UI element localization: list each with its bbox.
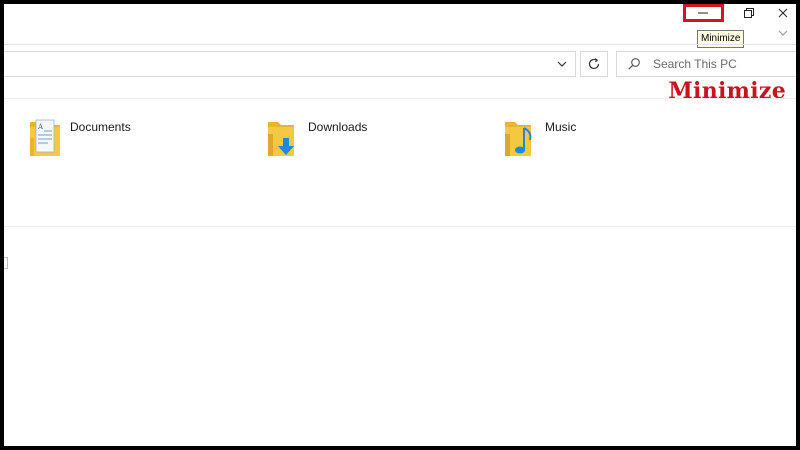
folder-label: Music <box>545 120 577 134</box>
search-input[interactable] <box>653 52 793 76</box>
close-button[interactable] <box>770 4 796 22</box>
ribbon-divider <box>4 44 796 45</box>
section-divider <box>4 226 796 227</box>
refresh-icon <box>588 58 600 70</box>
file-explorer-window: Minimize Minimize A <box>4 4 796 446</box>
refresh-button[interactable] <box>580 51 608 77</box>
ribbon-expand-chevron-icon[interactable] <box>776 26 790 40</box>
folder-music[interactable]: Music <box>501 116 576 160</box>
folder-documents[interactable]: A Documents <box>26 116 131 160</box>
address-dropdown-chevron-icon[interactable] <box>554 56 570 72</box>
restore-icon <box>744 8 754 18</box>
folder-label: Documents <box>70 120 131 134</box>
close-icon <box>778 8 788 18</box>
svg-text:A: A <box>37 123 44 131</box>
downloads-folder-icon <box>268 122 294 156</box>
documents-folder-icon: A <box>30 119 60 156</box>
address-bar[interactable] <box>4 51 576 77</box>
folder-label: Downloads <box>308 120 368 134</box>
restore-button[interactable] <box>726 4 772 22</box>
annotation-caption: Minimize <box>668 78 786 104</box>
search-icon <box>628 58 640 70</box>
pane-edge-handle[interactable] <box>4 257 8 269</box>
search-box[interactable] <box>616 51 796 77</box>
title-bar: Minimize <box>4 4 796 48</box>
minimize-tooltip: Minimize <box>697 30 745 48</box>
content-divider <box>4 98 796 99</box>
folder-downloads[interactable]: Downloads <box>264 116 367 160</box>
minimize-highlight-box <box>683 4 724 22</box>
music-folder-icon <box>505 122 532 156</box>
